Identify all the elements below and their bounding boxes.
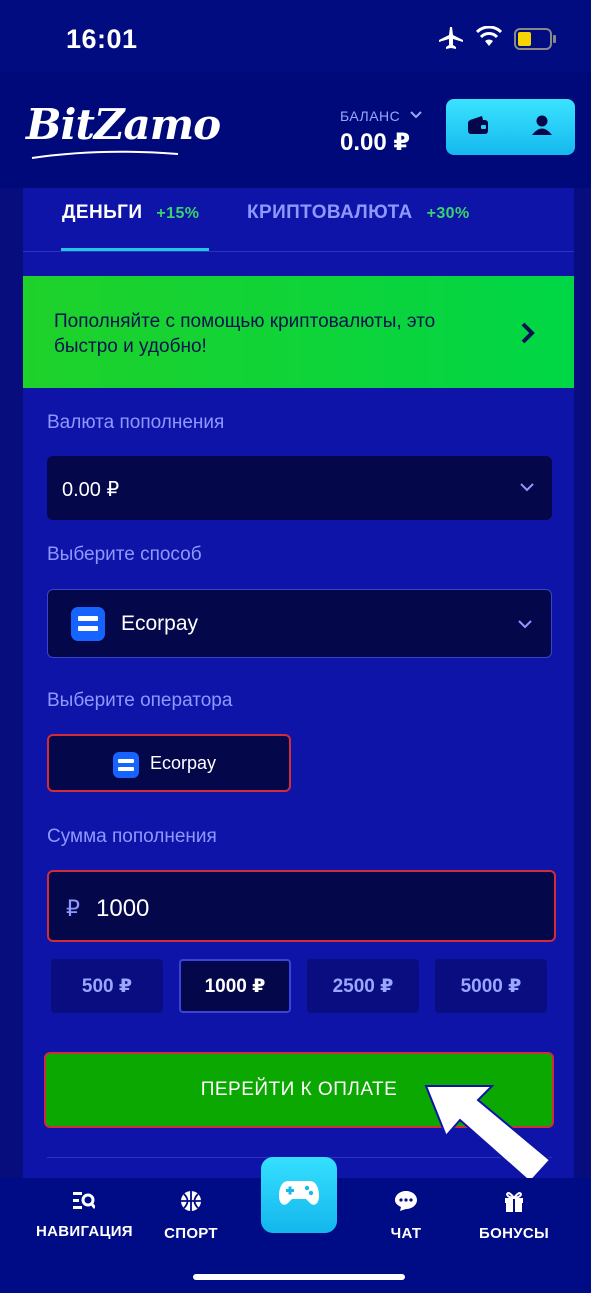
basketball-icon <box>180 1191 202 1216</box>
right-edge <box>574 188 591 1178</box>
preset-1000-button[interactable]: 1000 ₽ <box>179 959 291 1013</box>
payment-method-select[interactable]: Ecorpay <box>47 589 552 658</box>
chevron-down-icon <box>517 617 533 635</box>
deposit-tabs: ДЕНЬГИ +15% КРИПТОВАЛЮТА +30% <box>23 188 574 252</box>
amount-currency: ₽ <box>66 896 80 921</box>
nav-label: СПОРТ <box>164 1225 218 1242</box>
user-icon <box>531 114 553 141</box>
chevron-down-icon[interactable] <box>409 108 423 127</box>
logo-swoosh-icon <box>31 150 179 159</box>
tab-bonus: +30% <box>426 205 470 222</box>
crypto-promo-banner[interactable]: Пополняйте с помощью криптовалюты, это б… <box>23 276 574 388</box>
gamepad-icon <box>278 1178 320 1213</box>
home-indicator <box>193 1274 405 1280</box>
airplane-icon <box>438 26 464 55</box>
app-header: BitZamo БАЛАНС 0.00 ₽ <box>0 72 591 188</box>
status-bar: 16:01 <box>0 0 591 72</box>
promo-text: Пополняйте с помощью криптовалюты, это б… <box>54 311 436 357</box>
wallet-icon <box>467 115 489 140</box>
status-time: 16:01 <box>66 24 138 54</box>
nav-label: НАВИГАЦИЯ <box>36 1223 133 1240</box>
card-icon <box>71 607 105 641</box>
method-value: Ecorpay <box>121 612 199 635</box>
brand-logo[interactable]: BitZamo <box>26 100 221 149</box>
nav-label: ЧАТ <box>390 1225 422 1242</box>
card-icon <box>113 752 139 778</box>
nav-item-bonuses[interactable]: БОНУСЫ <box>478 1190 550 1242</box>
preset-500-button[interactable]: 500 ₽ <box>51 959 163 1013</box>
chevron-right-icon <box>518 320 538 351</box>
active-tab-indicator <box>61 248 209 251</box>
pointer-arrow-icon <box>424 1085 552 1184</box>
navigation-icon <box>73 1192 97 1214</box>
tab-label: ДЕНЬГИ <box>62 202 143 223</box>
wallet-button[interactable] <box>446 99 510 155</box>
chat-icon <box>394 1191 418 1216</box>
preset-2500-button[interactable]: 2500 ₽ <box>307 959 419 1013</box>
preset-5000-button[interactable]: 5000 ₽ <box>435 959 547 1013</box>
nav-item-chat[interactable]: ЧАТ <box>386 1190 426 1242</box>
operator-label: Выберите оператора <box>47 690 233 711</box>
nav-item-sport[interactable]: СПОРТ <box>160 1190 222 1242</box>
operator-option[interactable]: Ecorpay <box>47 734 291 792</box>
operator-value: Ecorpay <box>150 753 217 773</box>
gift-icon <box>503 1192 525 1216</box>
amount-value: 1000 <box>96 895 150 922</box>
nav-item-navigation[interactable]: НАВИГАЦИЯ <box>36 1190 133 1240</box>
currency-select[interactable]: 0.00 ₽ <box>47 456 552 520</box>
balance-label: БАЛАНС <box>340 108 401 124</box>
amount-label: Сумма пополнения <box>47 826 217 847</box>
header-actions <box>446 99 575 155</box>
profile-button[interactable] <box>510 99 574 155</box>
nav-label: БОНУСЫ <box>479 1225 549 1242</box>
wifi-icon <box>475 25 503 53</box>
currency-value: 0.00 ₽ <box>62 479 120 501</box>
games-button[interactable] <box>261 1157 337 1233</box>
tab-money[interactable]: ДЕНЬГИ +15% <box>62 202 199 224</box>
amount-input[interactable]: ₽ 1000 <box>47 870 556 942</box>
currency-label: Валюта пополнения <box>47 412 225 433</box>
balance-value: 0.00 ₽ <box>340 129 411 156</box>
chevron-down-icon <box>519 480 535 498</box>
tab-crypto[interactable]: КРИПТОВАЛЮТА +30% <box>247 202 470 224</box>
left-edge <box>0 188 23 1178</box>
tab-bonus: +15% <box>156 205 200 222</box>
tab-label: КРИПТОВАЛЮТА <box>247 202 413 223</box>
battery-icon <box>514 28 558 55</box>
method-label: Выберите способ <box>47 544 202 565</box>
